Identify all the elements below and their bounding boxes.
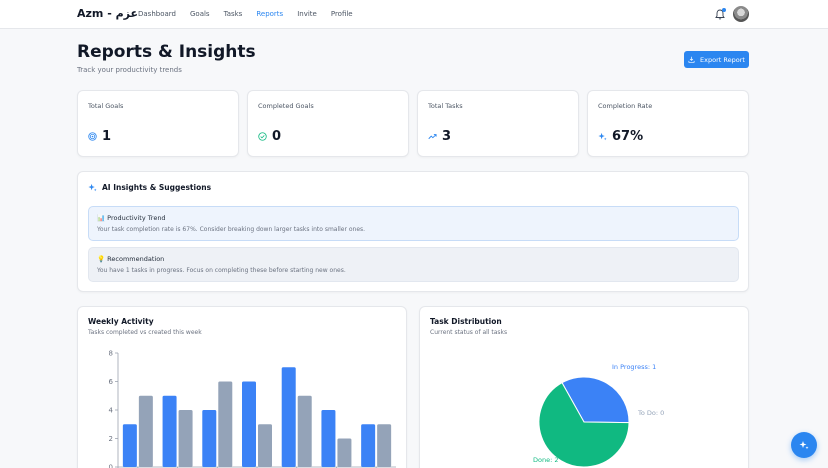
bar-series-1[interactable]: [122, 424, 137, 467]
y-tick-label: 0: [109, 464, 113, 468]
main-nav: Dashboard Goals Tasks Reports Invite Pro…: [138, 10, 367, 18]
bar-series-1[interactable]: [361, 424, 376, 467]
bar-series-2[interactable]: [337, 438, 352, 468]
stat-card-total-tasks: Total Tasks 3: [417, 90, 579, 157]
stat-label: Total Tasks: [428, 102, 463, 110]
stat-label: Completion Rate: [598, 102, 653, 110]
insight-productivity-trend: 📊 Productivity Trend Your task completio…: [88, 206, 739, 241]
target-icon: [88, 132, 97, 141]
lightbulb-icon: 💡: [97, 255, 106, 263]
top-nav-bar: Azm - عزم Dashboard Goals Tasks Reports …: [0, 0, 828, 29]
bar-series-1[interactable]: [281, 367, 296, 467]
bar-series-2[interactable]: [218, 381, 233, 468]
nav-invite[interactable]: Invite: [297, 10, 317, 18]
insight-recommendation: 💡 Recommendation You have 1 tasks in pro…: [88, 247, 739, 282]
ai-insights-card: AI Insights & Suggestions 📊 Productivity…: [77, 171, 749, 292]
stat-label: Completed Goals: [258, 102, 314, 110]
bar-series-1[interactable]: [202, 410, 217, 467]
nav-goals[interactable]: Goals: [190, 10, 210, 18]
stat-card-completion-rate: Completion Rate 67%: [587, 90, 749, 157]
brand-logo[interactable]: Azm - عزم: [77, 7, 138, 20]
ai-insights-title: AI Insights & Suggestions: [102, 183, 212, 192]
stat-card-completed-goals: Completed Goals 0: [247, 90, 409, 157]
y-tick-label: 2: [109, 435, 113, 443]
page-subtitle: Track your productivity trends: [77, 66, 182, 74]
nav-tasks[interactable]: Tasks: [224, 10, 243, 18]
insight-text: You have 1 tasks in progress. Focus on c…: [97, 267, 346, 274]
y-tick-label: 8: [109, 350, 113, 358]
sparkles-icon: [799, 441, 809, 450]
task-distribution-pie-chart: In Progress: 1 To Do: 0 Done: 2: [533, 363, 664, 468]
stat-value: 0: [272, 129, 282, 144]
nav-profile[interactable]: Profile: [331, 10, 353, 18]
trending-up-icon: [428, 134, 437, 140]
page-title: Reports & Insights: [77, 42, 256, 62]
y-tick-label: 6: [109, 378, 114, 386]
bar-series-2[interactable]: [377, 424, 392, 467]
stat-value: 3: [442, 129, 452, 144]
export-report-button[interactable]: Export Report: [684, 51, 749, 68]
bar-series-1[interactable]: [242, 381, 256, 468]
bar-series-2[interactable]: [138, 395, 153, 467]
bar-series-1[interactable]: [321, 410, 336, 467]
export-report-label: Export Report: [700, 55, 745, 64]
stat-label: Total Goals: [88, 102, 124, 110]
insight-title: Recommendation: [107, 255, 165, 263]
ai-assistant-button[interactable]: [791, 432, 817, 458]
bar-series-1[interactable]: [162, 395, 177, 467]
insight-title: Productivity Trend: [107, 214, 166, 222]
sparkles-icon: [88, 183, 97, 192]
download-icon: [688, 56, 695, 63]
stat-value: 1: [102, 129, 112, 144]
sparkles-icon: [598, 132, 607, 141]
stat-card-total-goals: Total Goals 1: [77, 90, 239, 157]
notification-dot: [722, 8, 726, 12]
weekly-activity-card: Weekly Activity Tasks completed vs creat…: [77, 306, 407, 468]
insight-text: Your task completion rate is 67%. Consid…: [97, 226, 366, 233]
nav-dashboard[interactable]: Dashboard: [138, 10, 176, 18]
weekly-activity-bar-chart: 0 2 4 6 8: [109, 350, 396, 468]
pie-label: In Progress: 1: [612, 363, 656, 371]
avatar[interactable]: [733, 6, 749, 22]
check-circle-icon: [258, 132, 267, 141]
y-tick-label: 4: [109, 407, 114, 415]
stat-value: 67%: [612, 129, 644, 144]
nav-reports[interactable]: Reports: [256, 10, 283, 18]
bar-series-2[interactable]: [178, 410, 193, 467]
bar-series-2[interactable]: [258, 424, 272, 467]
pie-label: Done: 2: [533, 456, 559, 464]
bar-series-2[interactable]: [297, 395, 312, 467]
pie-label: To Do: 0: [637, 409, 664, 417]
task-distribution-card: Task Distribution Current status of all …: [419, 306, 749, 468]
chart-emoji-icon: 📊: [97, 214, 106, 222]
